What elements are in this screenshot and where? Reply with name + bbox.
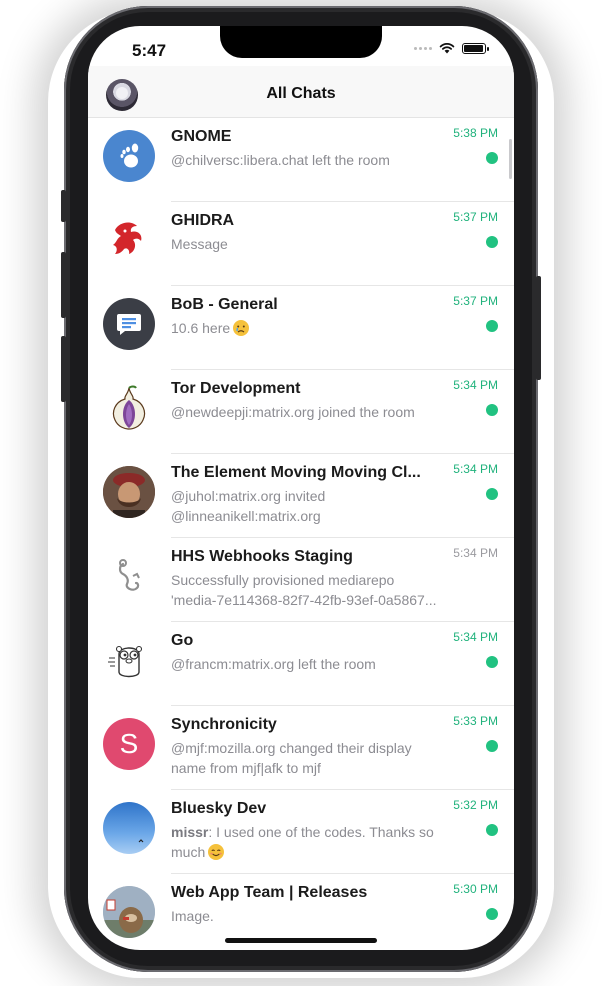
room-name: The Element Moving Moving Cl... [171,464,421,481]
room-name: Synchronicity [171,716,277,733]
room-avatar [103,802,155,854]
room-last-message: 10.6 here [171,318,441,338]
page-title: All Chats [266,85,336,102]
person-photo [103,466,155,518]
power-button [536,276,541,380]
ghidra-dragon-icon [113,222,142,254]
status-time: 5:47 [132,41,167,60]
unread-indicator [486,824,498,836]
tor-onion-icon [112,385,146,430]
room-row[interactable]: Go @francm:matrix.org left the room 5:34… [88,622,514,706]
unread-indicator [486,236,498,248]
crying-face-emoji [233,320,250,336]
unread-indicator [486,488,498,500]
room-row[interactable]: GHIDRA Message 5:37 PM [88,202,514,286]
unread-indicator [486,152,498,164]
room-avatar [103,214,155,266]
status-icons [414,42,489,54]
room-avatar [103,634,155,686]
notch [220,26,382,58]
message-sender: missr [171,824,209,840]
message-text: 10.6 here [171,320,231,336]
gopher-icon [108,645,143,678]
room-name: GNOME [171,128,232,145]
room-last-message: Successfully provisioned mediarepo 'medi… [171,572,437,608]
unread-indicator [486,908,498,920]
room-row[interactable]: GNOME @chilversc:libera.chat left the ro… [88,118,514,202]
volume-down-button [61,336,66,402]
gnome-foot-icon [120,143,139,168]
room-timestamp: 5:34 PM [453,378,498,392]
room-last-message: @juhol:matrix.org invited @linneanikell:… [171,488,326,524]
room-name: Go [171,632,194,649]
unread-indicator [486,656,498,668]
room-row[interactable]: S Synchronicity @mjf:mozilla.org changed… [88,706,514,790]
room-last-message: @mjf:mozilla.org changed their display n… [171,740,412,776]
room-last-message: Image. [171,908,214,924]
room-row[interactable]: BoB - General 10.6 here 5:37 PM [88,286,514,370]
room-timestamp: 5:38 PM [453,126,498,140]
volume-up-button [61,252,66,318]
room-last-message: missr: I used one of the codes. Thanks s… [171,822,441,862]
hook-icon [118,559,140,591]
room-avatar [103,382,155,434]
room-name: HHS Webhooks Staging [171,548,353,565]
room-row[interactable]: Bluesky Dev missr: I used one of the cod… [88,790,514,874]
room-timestamp: 5:37 PM [453,210,498,224]
room-row[interactable]: The Element Moving Moving Cl... @juhol:m… [88,454,514,538]
room-name: GHIDRA [171,212,235,229]
smiling-face-emoji [208,844,225,860]
room-timestamp: 5:33 PM [453,714,498,728]
room-timestamp: 5:34 PM [453,546,498,560]
room-timestamp: 5:32 PM [453,798,498,812]
silent-switch [61,190,66,222]
room-avatar [103,466,155,518]
phone-screen: 5:47 All Chats GNOME @chilversc:libera.c… [88,26,514,950]
room-avatar [103,550,155,602]
room-avatar-letter: S [119,728,139,759]
blue-sky-photo [138,839,144,843]
room-list: GNOME @chilversc:libera.chat left the ro… [88,118,514,950]
beaver-photo [103,886,155,938]
chat-bubble-icon [117,314,141,335]
unread-indicator [486,320,498,332]
room-name: Tor Development [171,380,301,397]
room-timestamp: 5:34 PM [453,630,498,644]
room-name: Bluesky Dev [171,800,267,817]
room-avatar [103,298,155,350]
room-avatar [103,886,155,938]
room-name: Web App Team | Releases [171,884,368,901]
room-last-message: @francm:matrix.org left the room [171,656,376,672]
room-last-message: Message [171,236,228,252]
home-indicator[interactable] [225,938,377,943]
room-name: BoB - General [171,296,278,313]
room-timestamp: 5:37 PM [453,294,498,308]
cellular-signal-icon [414,46,432,50]
scrollbar[interactable] [509,139,512,179]
wifi-icon [439,43,455,54]
room-last-message: @chilversc:libera.chat left the room [171,152,390,168]
room-timestamp: 5:34 PM [453,462,498,476]
unread-indicator [486,740,498,752]
room-avatar: S [103,718,155,770]
battery-icon [462,42,489,54]
room-avatar [103,130,155,182]
room-row[interactable]: Tor Development @newdeepji:matrix.org jo… [88,370,514,454]
navigation-bar: All Chats [88,66,514,118]
unread-indicator [486,404,498,416]
room-last-message: @newdeepji:matrix.org joined the room [171,404,415,420]
room-timestamp: 5:30 PM [453,882,498,896]
room-row[interactable]: HHS Webhooks Staging Successfully provis… [88,538,514,622]
